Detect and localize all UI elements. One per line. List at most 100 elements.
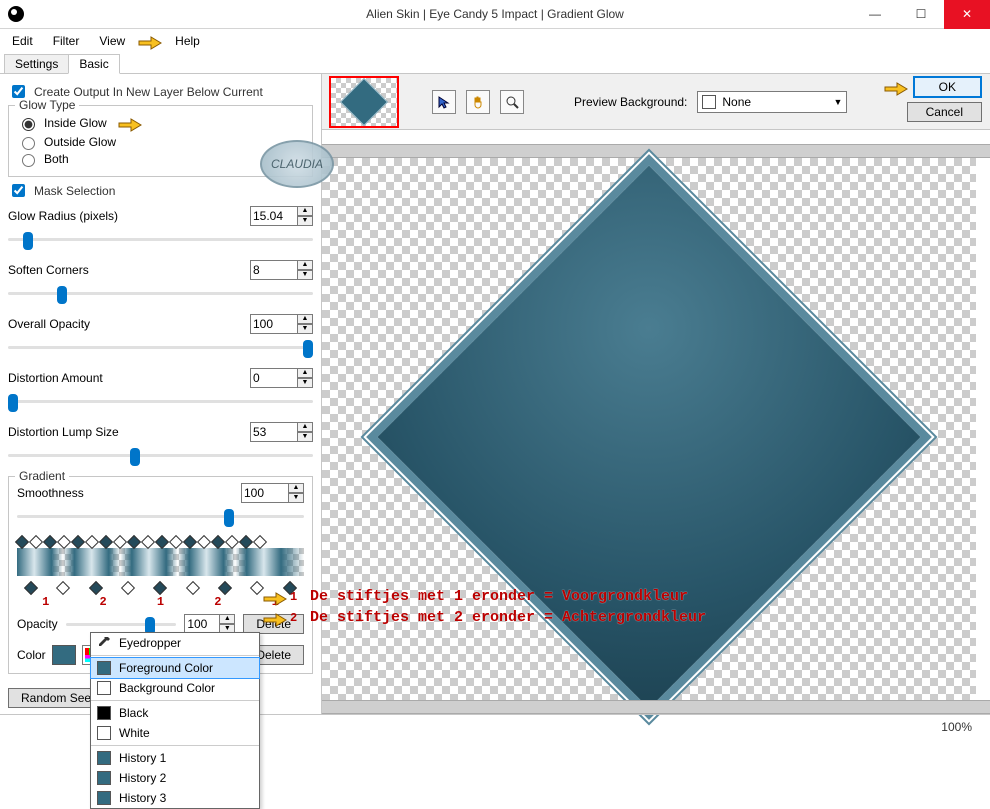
gradient-strip[interactable] — [17, 548, 304, 576]
mask-selection-label: Mask Selection — [34, 184, 115, 198]
opacity-input[interactable] — [184, 614, 220, 634]
swatch-icon — [97, 706, 111, 720]
distortion-lump-label: Distortion Lump Size — [8, 425, 119, 439]
create-output-checkbox[interactable] — [12, 85, 25, 98]
slider-distortion-amount: Distortion Amount ▲▼ — [8, 368, 313, 412]
distortion-lump-input[interactable] — [250, 422, 298, 442]
preview-bg-select[interactable]: None ▼ — [697, 91, 847, 113]
distortion-amount-track[interactable] — [8, 390, 313, 412]
inside-glow-label: Inside Glow — [44, 116, 107, 130]
tab-basic[interactable]: Basic — [68, 54, 119, 74]
spin-up-icon[interactable]: ▲ — [297, 314, 313, 324]
distortion-lump-track[interactable] — [8, 444, 313, 466]
stop-mark-4: 2 — [214, 595, 221, 609]
spin-down-icon[interactable]: ▼ — [297, 270, 313, 280]
gradient-editor[interactable]: 1 2 1 2 1 — [17, 531, 304, 609]
spin-up-icon[interactable]: ▲ — [219, 614, 235, 624]
spin-down-icon[interactable]: ▼ — [297, 216, 313, 226]
popup-black-label: Black — [119, 706, 148, 720]
stop-mark-2: 2 — [99, 595, 106, 609]
mask-selection-checkbox[interactable] — [12, 184, 25, 197]
popup-pointer-1: 1 — [262, 587, 297, 607]
spin-up-icon[interactable]: ▲ — [297, 260, 313, 270]
splitter-bottom[interactable] — [322, 700, 990, 714]
both-radio[interactable] — [22, 154, 35, 167]
popup-history-3[interactable]: History 3 — [91, 788, 259, 808]
outside-glow-radio[interactable] — [22, 137, 35, 150]
spin-down-icon[interactable]: ▼ — [297, 378, 313, 388]
spin-down-icon[interactable]: ▼ — [297, 324, 313, 334]
tool-pointer[interactable] — [432, 90, 456, 114]
menu-edit[interactable]: Edit — [4, 32, 41, 50]
splitter-top[interactable] — [322, 144, 990, 158]
soften-corners-track[interactable] — [8, 282, 313, 304]
smoothness-spinner[interactable]: ▲▼ — [241, 483, 304, 503]
popup-h3-label: History 3 — [119, 791, 166, 805]
spin-down-icon[interactable]: ▼ — [297, 432, 313, 442]
popup-foreground[interactable]: Foreground Color — [90, 657, 260, 679]
distortion-amount-spinner[interactable]: ▲▼ — [250, 368, 313, 388]
radio-outside-glow[interactable]: Outside Glow — [17, 134, 304, 150]
preset-thumbnail[interactable] — [330, 77, 398, 127]
popup-h1-label: History 1 — [119, 751, 166, 765]
glow-radius-input[interactable] — [250, 206, 298, 226]
tool-hand[interactable] — [466, 90, 490, 114]
menu-help[interactable]: Help — [167, 32, 208, 50]
soften-corners-label: Soften Corners — [8, 263, 89, 277]
distortion-amount-input[interactable] — [250, 368, 298, 388]
opacity-spinner[interactable]: ▲▼ — [184, 614, 235, 634]
swatch-icon — [97, 751, 111, 765]
inside-glow-radio[interactable] — [22, 118, 35, 131]
pointer-icon — [117, 113, 143, 133]
spin-up-icon[interactable]: ▲ — [297, 422, 313, 432]
close-button[interactable]: ✕ — [944, 0, 990, 29]
spin-down-icon[interactable]: ▼ — [288, 493, 304, 503]
popup-eyedropper[interactable]: Eyedropper — [91, 633, 259, 653]
checkbox-mask-selection[interactable]: Mask Selection — [8, 181, 313, 200]
soften-corners-input[interactable] — [250, 260, 298, 280]
create-output-label: Create Output In New Layer Below Current — [34, 85, 263, 99]
popup-black[interactable]: Black — [91, 703, 259, 723]
preview-wrap — [322, 144, 990, 714]
annot-num-2: 2 — [290, 611, 297, 625]
popup-white[interactable]: White — [91, 723, 259, 743]
overall-opacity-spinner[interactable]: ▲▼ — [250, 314, 313, 334]
popup-history-1[interactable]: History 1 — [91, 748, 259, 768]
soften-corners-spinner[interactable]: ▲▼ — [250, 260, 313, 280]
glow-radius-spinner[interactable]: ▲▼ — [250, 206, 313, 226]
tab-settings[interactable]: Settings — [4, 54, 69, 73]
chevron-down-icon: ▼ — [833, 97, 842, 107]
menu-filter[interactable]: Filter — [45, 32, 88, 50]
radio-inside-glow[interactable]: Inside Glow — [17, 113, 304, 133]
spin-up-icon[interactable]: ▲ — [297, 368, 313, 378]
tool-zoom[interactable] — [500, 90, 524, 114]
popup-background[interactable]: Background Color — [91, 678, 259, 698]
spin-up-icon[interactable]: ▲ — [288, 483, 304, 493]
swatch-icon — [97, 681, 111, 695]
window-controls: — ☐ ✕ — [852, 0, 990, 29]
color-swatch[interactable] — [52, 645, 76, 665]
divider — [91, 655, 259, 656]
cancel-button[interactable]: Cancel — [907, 102, 982, 122]
outside-glow-label: Outside Glow — [44, 135, 116, 149]
annotation-line-1: De stiftjes met 1 eronder = Voorgrondkle… — [310, 586, 688, 607]
minimize-button[interactable]: — — [852, 0, 898, 29]
preview-bg-value: None — [722, 95, 751, 109]
glow-radius-track[interactable] — [8, 228, 313, 250]
stop-mark-3: 1 — [157, 595, 164, 609]
gradient-top-stops[interactable] — [17, 531, 304, 547]
overall-opacity-track[interactable] — [8, 336, 313, 358]
gradient-bottom-stops[interactable] — [17, 577, 304, 593]
smoothness-input[interactable] — [241, 483, 289, 503]
distortion-lump-spinner[interactable]: ▲▼ — [250, 422, 313, 442]
menu-view[interactable]: View — [91, 32, 133, 50]
smoothness-track[interactable] — [17, 505, 304, 527]
pointer-icon — [883, 77, 909, 97]
popup-history-2[interactable]: History 2 — [91, 768, 259, 788]
spin-up-icon[interactable]: ▲ — [297, 206, 313, 216]
ok-button[interactable]: OK — [913, 76, 982, 98]
popup-eyedropper-label: Eyedropper — [119, 636, 181, 650]
overall-opacity-input[interactable] — [250, 314, 298, 334]
popup-bg-label: Background Color — [119, 681, 215, 695]
maximize-button[interactable]: ☐ — [898, 0, 944, 29]
